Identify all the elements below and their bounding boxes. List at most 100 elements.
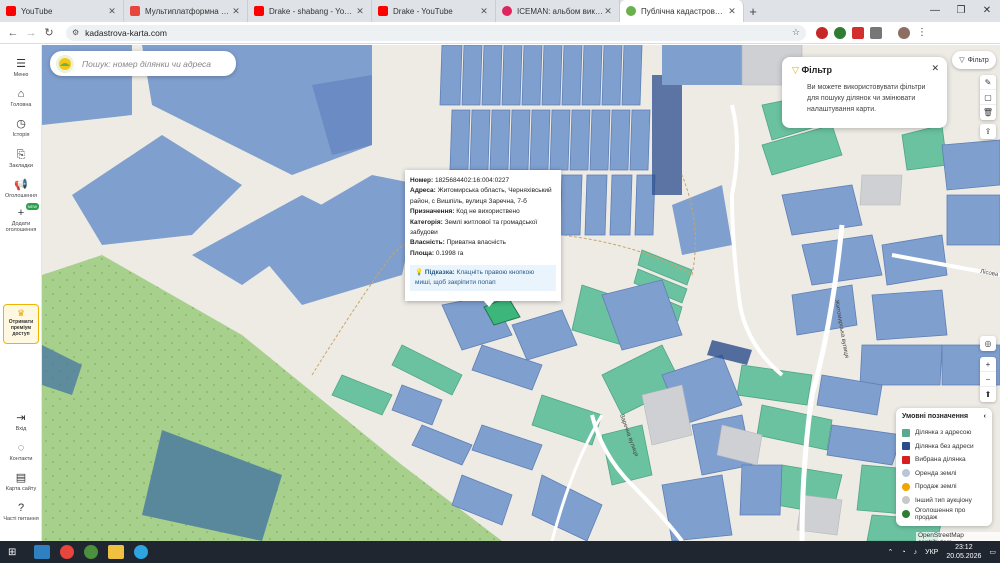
parcel[interactable] <box>859 174 903 206</box>
parcel[interactable] <box>621 45 643 106</box>
notifications-icon[interactable]: ▭ <box>989 548 996 556</box>
share-icon[interactable]: ⇪ <box>980 124 996 139</box>
windows-start-icon[interactable]: ⊞ <box>8 547 16 558</box>
parcel[interactable] <box>531 474 603 541</box>
parcel[interactable] <box>501 45 523 106</box>
language-indicator[interactable]: УКР <box>925 549 938 556</box>
parcel[interactable] <box>736 364 813 406</box>
parcel[interactable] <box>791 284 858 336</box>
parcel[interactable] <box>449 109 471 171</box>
search-box[interactable]: Пошук: номер ділянки чи адреса <box>50 51 236 76</box>
shield-extension-icon[interactable] <box>834 26 846 39</box>
parcel[interactable] <box>589 109 611 171</box>
parcel[interactable] <box>609 174 633 236</box>
folder-icon[interactable] <box>108 545 125 559</box>
extension-icon[interactable] <box>852 26 864 39</box>
parcel[interactable] <box>471 424 543 471</box>
parcel[interactable] <box>781 184 863 236</box>
parcel[interactable] <box>609 109 631 171</box>
profile-avatar[interactable] <box>898 26 910 39</box>
close-window-icon[interactable]: ✕ <box>974 0 1000 22</box>
compass-icon[interactable]: ⬆ <box>980 387 996 402</box>
back-icon[interactable]: ← <box>4 27 22 39</box>
parcel[interactable] <box>871 289 948 341</box>
browser-tab[interactable]: Drake - YouTube ✕ <box>372 0 496 22</box>
parcel[interactable] <box>541 45 563 106</box>
parcel[interactable] <box>672 185 732 255</box>
telegram-icon[interactable] <box>134 545 149 559</box>
parcel[interactable] <box>559 174 583 236</box>
search-input[interactable]: Пошук: номер ділянки чи адреса <box>82 59 211 69</box>
zoom-in-icon[interactable]: + <box>980 357 996 372</box>
parcel[interactable] <box>439 45 463 106</box>
parcel[interactable] <box>859 344 943 386</box>
browser-tab[interactable]: YouTube ✕ <box>0 0 124 22</box>
zoom-out-icon[interactable]: − <box>980 372 996 387</box>
sidebar-item-ads[interactable]: 📢 Оголошення <box>0 179 42 199</box>
more-menu-icon[interactable]: ⋮ <box>916 27 928 39</box>
parcel[interactable] <box>411 424 473 466</box>
sidebar-item-contacts[interactable]: ◌ Контакти <box>0 442 42 462</box>
browser-tab[interactable]: ICEMAN: альбом виконавця D✕ <box>496 0 620 22</box>
parcel[interactable] <box>509 109 531 171</box>
trash-icon[interactable]: 🗑 <box>980 105 996 120</box>
sidebar-item-history[interactable]: ◷ Історія <box>0 118 42 138</box>
app-icon[interactable] <box>34 545 51 559</box>
forward-icon[interactable]: → <box>22 27 40 39</box>
site-info-icon[interactable]: ⚙ <box>72 28 79 37</box>
locate-icon[interactable]: ◎ <box>980 336 996 351</box>
parcel[interactable] <box>756 404 833 451</box>
close-icon[interactable]: ✕ <box>931 63 939 74</box>
close-tab-icon[interactable]: ✕ <box>603 6 613 17</box>
parcel[interactable] <box>521 45 543 106</box>
parcel[interactable] <box>481 45 503 106</box>
parcel[interactable] <box>331 374 393 416</box>
url-field[interactable]: ⚙ kadastrova-karta.com ☆ <box>66 24 806 41</box>
parcel[interactable] <box>601 45 623 106</box>
parcel[interactable] <box>529 109 551 171</box>
parcel[interactable] <box>946 194 1000 246</box>
parcel[interactable] <box>511 309 578 361</box>
maximize-icon[interactable]: ❐ <box>948 0 974 22</box>
clock[interactable]: 23:12 20.05.2026 <box>946 543 981 561</box>
browser-tab[interactable]: Мультиплатформна стратегія✕ <box>124 0 248 22</box>
parcel[interactable] <box>252 175 422 305</box>
polygon-icon[interactable]: ▢ <box>980 90 996 105</box>
chevron-left-icon[interactable]: ‹ <box>984 413 986 420</box>
minimize-icon[interactable]: — <box>922 0 948 22</box>
parcel[interactable] <box>489 109 511 171</box>
parcel[interactable] <box>941 139 1000 191</box>
parcel[interactable] <box>469 109 491 171</box>
extension-icon[interactable] <box>816 26 828 39</box>
sidebar-item-faq[interactable]: ? Часті питання <box>0 502 42 522</box>
browser-tab[interactable]: Drake - shabang - YouTube✕ <box>248 0 372 22</box>
close-tab-icon[interactable]: ✕ <box>355 6 365 17</box>
parcel[interactable] <box>561 45 583 106</box>
parcel[interactable] <box>461 45 483 106</box>
parcel[interactable] <box>901 124 948 171</box>
parcel[interactable] <box>391 384 443 426</box>
close-tab-icon[interactable]: ✕ <box>727 6 737 17</box>
parcel[interactable] <box>569 109 591 171</box>
browser-icon[interactable] <box>84 545 99 559</box>
parcel[interactable] <box>581 45 603 106</box>
close-tab-icon[interactable]: ✕ <box>231 6 241 17</box>
reload-icon[interactable]: ↻ <box>40 26 58 39</box>
puzzle-icon[interactable] <box>870 26 882 39</box>
premium-button[interactable]: ♛ Отримати преміум доступ <box>3 304 39 344</box>
parcel[interactable] <box>739 464 783 516</box>
ruler-icon[interactable]: ✎ <box>980 75 996 90</box>
chevron-up-icon[interactable]: ⌃ <box>888 548 894 556</box>
network-icon[interactable]: ◔ <box>901 549 905 556</box>
sidebar-item-home[interactable]: ⌂ Головна <box>0 88 42 108</box>
filter-button[interactable]: ▽ Фільтр <box>952 51 996 69</box>
sidebar-item-menu[interactable]: ☰ Меню <box>0 58 42 78</box>
close-tab-icon[interactable]: ✕ <box>479 6 489 17</box>
sidebar-item-login[interactable]: ⇥ Вхід <box>0 412 42 432</box>
volume-icon[interactable]: ♪ <box>914 549 918 556</box>
parcel[interactable] <box>662 45 742 85</box>
parcel[interactable] <box>549 109 571 171</box>
parcel[interactable] <box>584 174 608 236</box>
bookmark-star-icon[interactable]: ☆ <box>792 27 800 38</box>
parcel[interactable] <box>72 135 242 245</box>
